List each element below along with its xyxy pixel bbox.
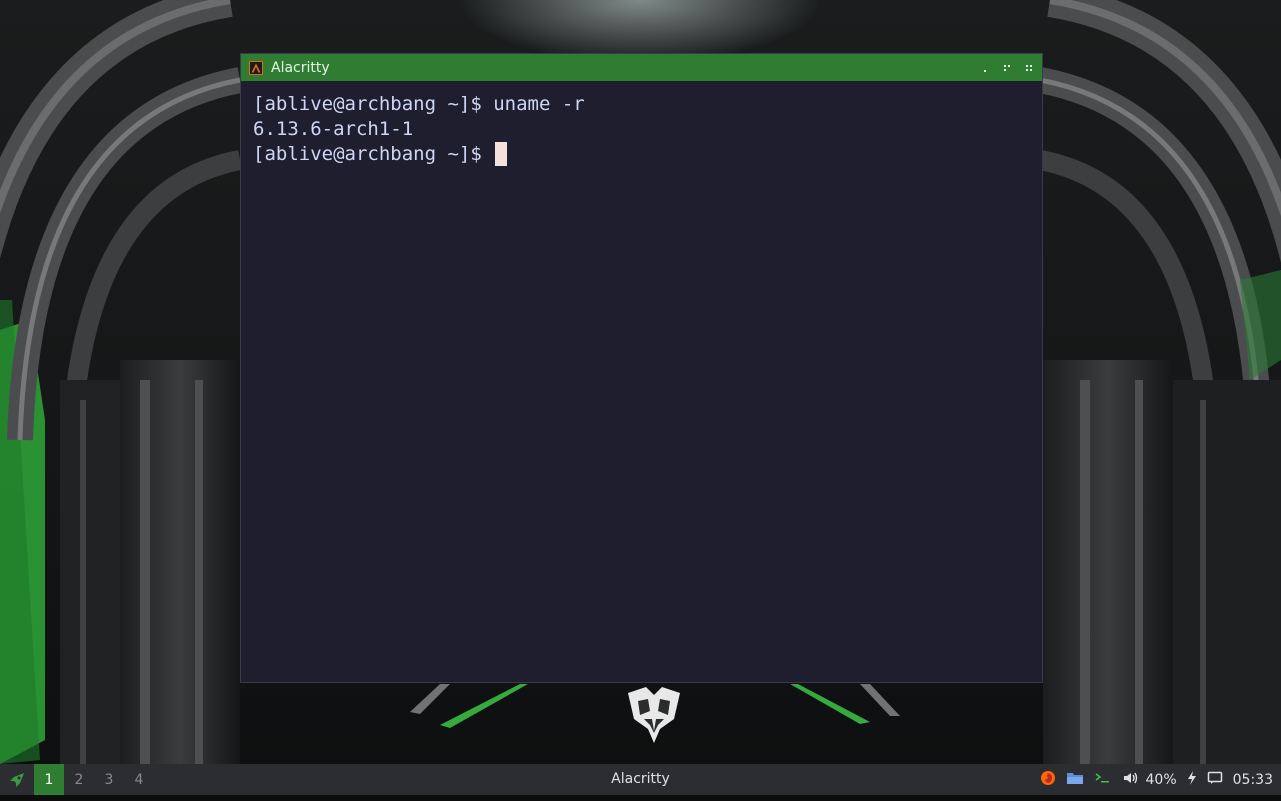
workspace-1[interactable]: 1 xyxy=(34,764,64,795)
app-menu-launcher-icon[interactable] xyxy=(0,764,34,795)
terminal-cursor xyxy=(495,142,508,166)
workspace-3[interactable]: 3 xyxy=(94,764,124,795)
close-button[interactable] xyxy=(1022,61,1036,75)
taskbar-panel: Alacritty 1 2 3 4 40% 05:33 xyxy=(0,764,1281,795)
workspace-4[interactable]: 4 xyxy=(124,764,154,795)
window-titlebar[interactable]: Alacritty xyxy=(241,54,1042,81)
panel-bottom-edge xyxy=(0,795,1281,801)
volume-level[interactable]: 40% xyxy=(1146,772,1177,788)
terminal-line: [ablive@archbang ~]$ uname -r xyxy=(253,93,585,115)
volume-icon[interactable] xyxy=(1122,770,1140,790)
notification-icon[interactable] xyxy=(1207,770,1223,790)
terminal-line: 6.13.6-arch1-1 xyxy=(253,118,414,140)
terminal-prompt-line: [ablive@archbang ~]$ xyxy=(253,142,1032,167)
system-tray: 40% 05:33 xyxy=(1040,764,1281,795)
clock[interactable]: 05:33 xyxy=(1233,772,1273,788)
alacritty-app-icon xyxy=(249,60,263,75)
terminal-icon[interactable] xyxy=(1094,770,1112,790)
folder-icon[interactable] xyxy=(1066,770,1084,790)
alacritty-window[interactable]: Alacritty [ablive@archbang ~]$ uname -r 6… xyxy=(240,53,1043,683)
terminal-output[interactable]: [ablive@archbang ~]$ uname -r 6.13.6-arch… xyxy=(253,92,1032,672)
terminal-line: [ablive@archbang ~]$ xyxy=(253,143,494,165)
window-title: Alacritty xyxy=(271,59,330,76)
archbang-logo-icon xyxy=(628,687,680,743)
battery-charging-icon[interactable] xyxy=(1187,770,1197,790)
workspace-2[interactable]: 2 xyxy=(64,764,94,795)
maximize-button[interactable] xyxy=(1000,61,1014,75)
firefox-icon[interactable] xyxy=(1040,770,1056,790)
minimize-button[interactable] xyxy=(978,61,992,75)
